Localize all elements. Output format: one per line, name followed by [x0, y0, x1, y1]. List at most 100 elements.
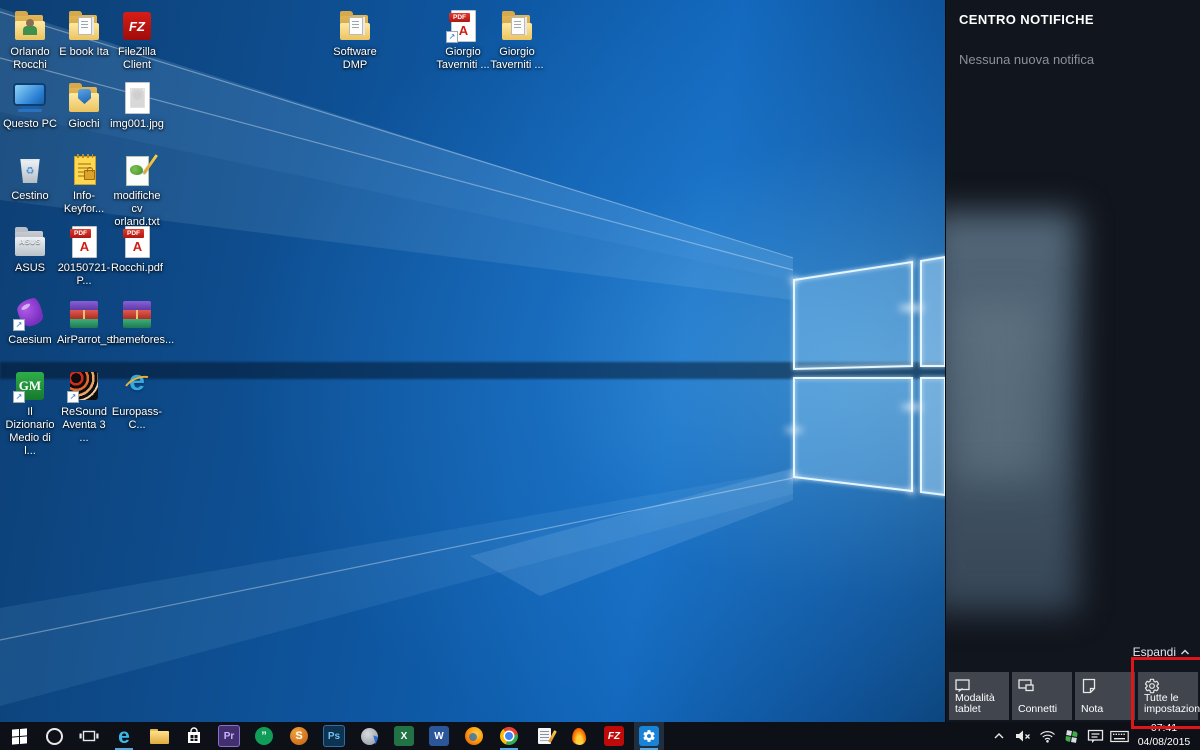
settings-gear-icon: [639, 726, 659, 746]
firefox-icon: [465, 727, 483, 745]
flame-app-icon: [571, 727, 586, 745]
desktop-icon-label: Giochi: [57, 118, 111, 131]
clock-date: 04/08/2015: [1132, 736, 1196, 750]
taskbar-s-app-button[interactable]: S: [284, 722, 314, 750]
cortana-search-button[interactable]: [39, 722, 69, 750]
word-icon: W: [429, 726, 449, 746]
expand-link[interactable]: Espandi: [1133, 645, 1190, 659]
hangouts-icon: ”: [255, 727, 273, 745]
quick-actions: Modalità tablet Connetti Nota Tutte le i…: [949, 672, 1198, 720]
taskbar-excel-button[interactable]: X: [389, 722, 419, 750]
panel-blur-backdrop: [954, 300, 1044, 480]
connect-icon: [1018, 678, 1034, 694]
desktop-icon-europass[interactable]: e Europass-C...: [110, 368, 164, 432]
taskbar-photoshop-button[interactable]: Ps: [319, 722, 349, 750]
taskbar-chrome-button[interactable]: [494, 722, 524, 750]
desktop-icon-software-dmp[interactable]: Software DMP: [328, 8, 382, 72]
desktop-icon-giorgio-pdf[interactable]: PDFA↗ Giorgio Taverniti ...: [436, 8, 490, 72]
taskbar: e Pr ” S Ps X W: [0, 722, 1200, 750]
taskbar-clock[interactable]: 07:41 04/08/2015: [1132, 722, 1196, 749]
clock-time: 07:41: [1132, 722, 1196, 736]
taskbar-hangouts-button[interactable]: ”: [249, 722, 279, 750]
desktop-icon-label: Giorgio Taverniti ...: [436, 46, 490, 72]
desktop-icon-label: AirParrot_s...: [57, 334, 111, 347]
wifi-icon: [1039, 730, 1056, 743]
desktop-icon-giorgio-folder[interactable]: Giorgio Taverniti ...: [490, 8, 544, 72]
desktop-icon-modifiche-cv[interactable]: modifiche cv orland.txt: [110, 152, 164, 229]
quick-action-tablet-mode[interactable]: Modalità tablet: [949, 672, 1009, 720]
image-file-icon: [125, 82, 150, 114]
desktop-icon-info-keyfor[interactable]: Info-Keyfor...: [57, 152, 111, 216]
desktop-icon-rocchi-pdf[interactable]: PDFA Rocchi.pdf: [110, 224, 164, 275]
photoshop-icon: Ps: [323, 725, 345, 747]
action-center-panel: CENTRO NOTIFICHE Nessuna nuova notifica …: [945, 0, 1200, 722]
action-center-icon: [1087, 729, 1104, 744]
desktop-icon-resound[interactable]: ↗ ReSound Aventa 3 ...: [57, 368, 111, 445]
asus-folder-icon: ASUS: [12, 239, 48, 246]
taskbar-firefox-button[interactable]: [459, 722, 489, 750]
desktop-icon-label: ReSound Aventa 3 ...: [57, 406, 111, 445]
desktop-icon-filezilla[interactable]: FZ FileZilla Client: [110, 8, 164, 72]
desktop-icon-cestino[interactable]: Cestino: [3, 152, 57, 203]
tray-chevron-up[interactable]: [988, 722, 1010, 750]
file-explorer-icon: [150, 729, 169, 744]
filezilla-icon: FZ: [123, 12, 151, 40]
desktop-icon-ebook-ita[interactable]: E book Ita: [57, 8, 111, 59]
start-button[interactable]: [4, 722, 34, 750]
desktop-icon-label: Europass-C...: [110, 406, 164, 432]
desktop-icon-20150721-pdf[interactable]: PDFA 20150721-P...: [57, 224, 111, 288]
premiere-icon: Pr: [218, 725, 240, 747]
pdf-file-icon: PDFA: [72, 226, 97, 258]
tray-sync-app[interactable]: [1060, 722, 1082, 750]
desktop-icon-label: img001.jpg: [110, 118, 164, 131]
chrome-icon: [500, 727, 518, 745]
system-tray: 07:41 04/08/2015: [988, 722, 1200, 750]
lock-icon: [84, 170, 95, 180]
desktop-icon-caesium[interactable]: ↗ Caesium: [3, 296, 57, 347]
taskbar-flame-app-button[interactable]: [564, 722, 594, 750]
taskbar-pointer-app-button[interactable]: [354, 722, 384, 750]
desktop-icon-themeforest[interactable]: themefores...: [110, 296, 164, 347]
shortcut-arrow-icon: ↗: [13, 319, 25, 331]
tray-action-center[interactable]: [1084, 722, 1106, 750]
quick-action-note[interactable]: Nota: [1075, 672, 1135, 720]
tray-volume-muted[interactable]: [1012, 722, 1034, 750]
tray-keyboard[interactable]: [1108, 722, 1130, 750]
volume-muted-icon: [1015, 729, 1031, 743]
desktop-icon-label: Caesium: [3, 334, 57, 347]
desktop-icon-label: Giorgio Taverniti ...: [490, 46, 544, 72]
taskbar-filezilla-button[interactable]: FZ: [599, 722, 629, 750]
task-view-button[interactable]: [74, 722, 104, 750]
edge-icon: e: [118, 726, 130, 747]
desktop-icon-giochi[interactable]: Giochi: [57, 80, 111, 131]
desktop-icon-asus[interactable]: ASUS ASUS: [3, 224, 57, 275]
taskbar-notes-app-button[interactable]: [529, 722, 559, 750]
user-folder-icon: [23, 19, 37, 35]
recycle-bin-icon: [19, 159, 41, 183]
desktop-icon-img001[interactable]: img001.jpg: [110, 80, 164, 131]
filezilla-icon: FZ: [604, 726, 624, 746]
desktop-icon-label: Cestino: [3, 190, 57, 203]
quick-action-connect[interactable]: Connetti: [1012, 672, 1072, 720]
desktop-icon-airparrot[interactable]: AirParrot_s...: [57, 296, 111, 347]
taskbar-file-explorer-button[interactable]: [144, 722, 174, 750]
note-icon: [1081, 678, 1097, 694]
taskbar-word-button[interactable]: W: [424, 722, 454, 750]
windows-logo-icon: [12, 728, 27, 744]
task-view-icon: [79, 728, 99, 744]
desktop-icon-questo-pc[interactable]: Questo PC: [3, 80, 57, 131]
taskbar-store-button[interactable]: [179, 722, 209, 750]
desktop-icon-label: 20150721-P...: [57, 262, 111, 288]
desktop-icon-orlando-rocchi[interactable]: Orlando Rocchi: [3, 8, 57, 72]
chevron-up-icon: [1180, 648, 1190, 656]
quick-action-all-settings[interactable]: Tutte le impostazioni: [1138, 672, 1198, 720]
pointer-app-icon: [361, 728, 378, 745]
desktop-icon-label: ASUS: [3, 262, 57, 275]
taskbar-edge-button[interactable]: e: [109, 722, 139, 750]
desktop-icon-dizionario[interactable]: GM↗ Il Dizionario Medio di l...: [3, 368, 57, 458]
tray-wifi[interactable]: [1036, 722, 1058, 750]
taskbar-premiere-button[interactable]: Pr: [214, 722, 244, 750]
winrar-archive-icon: [123, 301, 151, 328]
notes-app-icon: [538, 728, 551, 744]
taskbar-settings-button[interactable]: [634, 722, 664, 750]
